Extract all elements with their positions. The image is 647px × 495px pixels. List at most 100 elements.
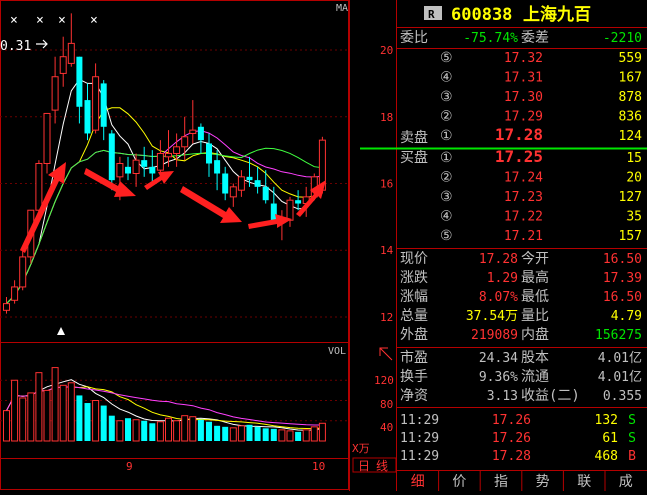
tick-price: 17.26 <box>492 413 531 428</box>
candle-body <box>295 200 302 204</box>
stat-label: 涨幅 <box>400 289 428 305</box>
level-volume: 124 <box>619 129 643 144</box>
candle-body <box>156 152 164 171</box>
stat-value: 1.29 <box>487 271 518 286</box>
panel-tab-label: 价 <box>452 474 466 490</box>
tick-volume: 468 <box>595 449 618 464</box>
candle-body <box>246 176 253 181</box>
volume-bar <box>189 416 197 442</box>
level-price: 17.22 <box>504 210 543 225</box>
candle-body <box>141 160 148 167</box>
stat-label: 市盈 <box>400 349 428 366</box>
badge-r-label: R <box>428 8 435 21</box>
level-number: ② <box>440 170 453 186</box>
tick-price: 17.26 <box>492 431 531 446</box>
price-tick-label: 14 <box>380 244 394 257</box>
volume-bar <box>278 429 286 442</box>
tick-flag: S <box>628 431 636 446</box>
tick-time: 11:29 <box>400 413 439 428</box>
level-number: ④ <box>440 70 453 86</box>
panel-tab-label: 联 <box>577 474 591 490</box>
stat-label: 内盘 <box>521 326 549 343</box>
candle-body <box>254 180 261 187</box>
volume-bar <box>270 428 277 441</box>
level-number: ① <box>440 150 453 166</box>
close-mark-3[interactable]: × <box>58 13 66 28</box>
tick-volume: 132 <box>595 413 618 428</box>
volume-bar <box>173 420 181 442</box>
level-price: 17.30 <box>504 90 543 105</box>
stat-label: 最低 <box>521 289 549 305</box>
close-mark-2[interactable]: × <box>36 13 44 28</box>
close-mark-4[interactable]: × <box>90 13 98 28</box>
stat-label: 量比 <box>521 308 549 324</box>
level-number: ③ <box>440 89 453 105</box>
volume-bar <box>100 405 107 441</box>
volume-bar <box>222 426 229 441</box>
level-price: 17.28 <box>495 125 543 144</box>
candle-body <box>108 133 115 181</box>
candle-body <box>3 303 10 311</box>
level-volume: 127 <box>619 190 642 205</box>
candle-body <box>100 83 107 127</box>
stat-label: 换手 <box>400 368 428 385</box>
stat-value: 17.39 <box>603 271 642 286</box>
volume-bar <box>156 421 164 442</box>
candle-body <box>189 129 197 134</box>
candle-body <box>222 173 229 194</box>
stat-value: 37.54万 <box>466 309 518 324</box>
volume-bar <box>214 425 221 441</box>
candle-body <box>132 159 140 175</box>
terminal-canvas: × × × × MA 0.31 20 18 16 14 12 VOL 120 80 40… <box>0 0 647 491</box>
vol-label: VOL <box>328 346 346 357</box>
candle-body <box>214 160 221 174</box>
candle-body <box>43 112 51 164</box>
tick-flag: B <box>628 449 636 464</box>
level-volume: 167 <box>619 71 642 86</box>
stat-value: 8.07% <box>479 290 518 305</box>
stock-name: 上海九百 <box>523 4 591 25</box>
weibi-label: 委比 <box>400 30 428 46</box>
stat-label: 今开 <box>521 251 549 267</box>
price-tick-label: 18 <box>380 111 393 124</box>
stat-value: 9.36% <box>479 370 518 385</box>
volume-bar <box>206 421 212 441</box>
stat-label: 涨跌 <box>400 270 428 286</box>
level-price: 17.24 <box>504 171 543 186</box>
candle-body <box>116 162 124 178</box>
volume-bar <box>116 420 124 442</box>
stat-value: 4.01亿 <box>598 351 642 366</box>
candle-body <box>92 76 100 131</box>
tick-flag: S <box>628 413 636 428</box>
stat-value: 156275 <box>595 328 642 343</box>
level-volume: 836 <box>619 110 642 125</box>
volume-bar <box>237 425 245 442</box>
close-mark-1[interactable]: × <box>10 13 18 28</box>
level-price: 17.23 <box>504 190 543 205</box>
panel-tab-label: 细 <box>411 474 425 490</box>
candle-body <box>206 143 212 164</box>
stat-value: 4.01亿 <box>598 370 642 385</box>
sell-label: 卖盘 <box>400 129 428 146</box>
volume-bar <box>76 395 83 441</box>
level-number: ② <box>440 109 453 125</box>
weicha-value: -2210 <box>603 31 642 46</box>
stat-value: 219089 <box>471 328 518 343</box>
level-price: 17.21 <box>504 229 543 244</box>
candle-body <box>286 199 294 221</box>
stock-terminal: × × × × MA 0.31 20 18 16 14 12 VOL 120 80 40… <box>0 0 647 491</box>
volume-bar <box>132 419 140 442</box>
volume-bar <box>302 429 310 442</box>
volume-bar <box>51 367 59 442</box>
volume-bar <box>141 420 148 441</box>
level-volume: 15 <box>626 151 642 166</box>
stat-value: 0.355 <box>603 389 642 404</box>
tab-day[interactable]: 日 <box>358 459 370 473</box>
tick-time: 11:29 <box>400 449 439 464</box>
stat-label: 外盘 <box>400 326 428 343</box>
tab-line[interactable]: 线 <box>376 459 388 473</box>
panel-tab-0[interactable]: 细 <box>411 474 425 490</box>
tick-row: 11:29 17.26 132 S <box>400 413 636 428</box>
candle-body <box>197 126 204 141</box>
panel-tab-label: 指 <box>494 474 508 490</box>
